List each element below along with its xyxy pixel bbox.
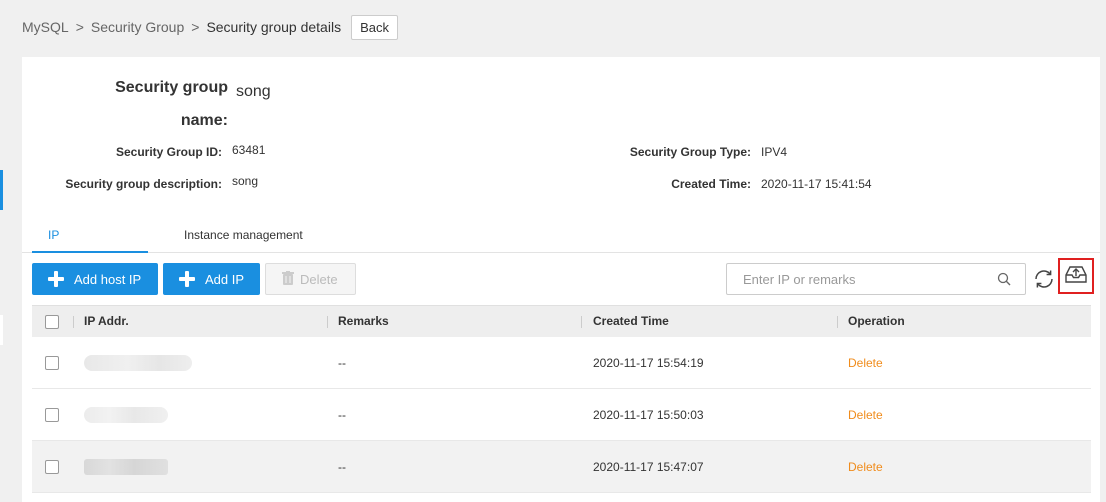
left-nav-segment [0, 315, 3, 345]
breadcrumb-separator: > [191, 19, 200, 35]
back-button[interactable]: Back [351, 14, 398, 40]
created-time-cell: 2020-11-17 15:50:03 [593, 408, 704, 422]
created-time-cell: 2020-11-17 15:54:19 [593, 356, 704, 370]
column-header-operation: Operation [848, 314, 905, 328]
delete-link[interactable]: Delete [848, 337, 883, 389]
breadcrumb: MySQL > Security Group > Security group … [22, 14, 398, 40]
add-host-ip-label: Add host IP [74, 271, 142, 287]
security-group-id-label: Security Group ID: [115, 145, 222, 159]
created-time-label: Created Time: [671, 177, 751, 191]
created-time-cell: 2020-11-17 15:47:07 [593, 460, 704, 474]
delete-link[interactable]: Delete [848, 389, 883, 441]
delete-label: Delete [300, 271, 338, 287]
column-header-created-time[interactable]: Created Time [593, 306, 669, 338]
security-group-id-value: 63481 [232, 143, 266, 157]
add-ip-button[interactable]: Add IP [163, 263, 260, 295]
column-separator [581, 316, 582, 328]
row-checkbox[interactable] [45, 408, 59, 422]
remarks-cell: -- [338, 356, 346, 370]
select-all-checkbox[interactable] [45, 315, 59, 329]
column-header-ip[interactable]: IP Addr. [84, 306, 129, 338]
details-panel: Security group name: song Security Group… [22, 57, 1100, 502]
delete-button[interactable]: Delete [265, 263, 356, 295]
toolbar: Add host IP Add IP Delete [32, 258, 1094, 297]
table-row: -- 2020-11-17 15:47:07 Delete [32, 441, 1091, 493]
row-checkbox[interactable] [45, 460, 59, 474]
breadcrumb-mysql[interactable]: MySQL [22, 19, 69, 35]
ip-address-redacted [84, 355, 192, 371]
plus-icon [179, 271, 195, 287]
created-time-value: 2020-11-17 15:41:54 [761, 177, 872, 191]
row-checkbox[interactable] [45, 356, 59, 370]
ip-address-redacted [84, 407, 168, 423]
column-separator [73, 316, 74, 328]
table-header: IP Addr. Remarks Created Time Operation [32, 305, 1091, 337]
ip-table: IP Addr. Remarks Created Time Operation … [32, 305, 1091, 493]
tab-instance-management[interactable]: Instance management [168, 217, 319, 253]
security-group-type-value: IPV4 [761, 145, 788, 159]
add-ip-label: Add IP [204, 271, 245, 287]
trash-icon [282, 270, 294, 288]
table-row: -- 2020-11-17 15:54:19 Delete [32, 337, 1091, 389]
plus-icon [48, 271, 64, 287]
refresh-icon[interactable] [1032, 267, 1056, 291]
export-button[interactable] [1058, 258, 1094, 294]
ip-address-redacted [84, 459, 168, 475]
security-group-type-label: Security Group Type: [629, 145, 751, 159]
security-group-description-value: song [232, 174, 259, 188]
breadcrumb-separator: > [75, 19, 84, 35]
table-row: -- 2020-11-17 15:50:03 Delete [32, 389, 1091, 441]
breadcrumb-security-group[interactable]: Security Group [91, 19, 184, 35]
left-nav-strip [0, 0, 3, 502]
remarks-cell: -- [338, 408, 346, 422]
security-group-name-label: Security group name: [115, 79, 228, 129]
delete-link[interactable]: Delete [848, 441, 883, 493]
search-input[interactable] [727, 264, 989, 294]
security-group-name-value: song [236, 83, 271, 100]
column-separator [327, 316, 328, 328]
remarks-cell: -- [338, 460, 346, 474]
breadcrumb-current: Security group details [206, 19, 342, 35]
search-box [726, 263, 1026, 295]
security-group-description-label: Security group description: [65, 177, 222, 191]
search-icon[interactable] [997, 272, 1011, 291]
left-nav-active-marker [0, 170, 3, 210]
column-header-remarks[interactable]: Remarks [338, 306, 389, 338]
tab-ip-management[interactable]: IP management [32, 217, 148, 278]
column-separator [837, 316, 838, 328]
tab-bar: IP management Instance management [22, 217, 1100, 278]
cloud-upload-icon [1064, 264, 1088, 289]
add-host-ip-button[interactable]: Add host IP [32, 263, 158, 295]
